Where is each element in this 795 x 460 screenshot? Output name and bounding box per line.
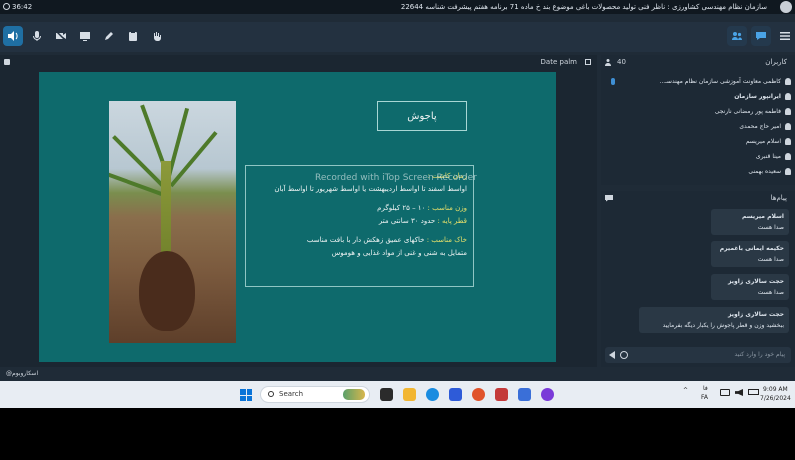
user-row[interactable]: مینا قنبری xyxy=(605,150,791,164)
user-icon xyxy=(785,123,791,130)
user-row[interactable]: کاظمی معاونت آموزشی سازمان نظام مهندسـ..… xyxy=(605,75,791,89)
windows-taskbar: Search ^ فا FA 9:09 AM 7/26/2024 xyxy=(0,381,795,408)
search-highlight-image xyxy=(343,389,365,400)
chat-input[interactable]: پیام خود را وارد کنید xyxy=(605,347,791,363)
chevron-up-icon[interactable]: ^ xyxy=(683,387,688,394)
users-icon[interactable] xyxy=(727,26,747,46)
recorder-app-icon[interactable] xyxy=(495,388,508,401)
screen-share-icon[interactable] xyxy=(75,26,95,46)
user-icon xyxy=(785,93,791,100)
chat-title: پیام‌ها xyxy=(770,194,787,202)
chat-header: پیام‌ها xyxy=(601,191,795,205)
windows-start-icon[interactable] xyxy=(240,389,252,401)
volume-icon[interactable] xyxy=(735,389,743,396)
chat-header-icon xyxy=(605,195,613,202)
user-row[interactable]: امیر حاج محمدی xyxy=(605,120,791,134)
meeting-app-icon[interactable] xyxy=(518,388,531,401)
avatar[interactable] xyxy=(780,1,792,13)
date-palm-photo xyxy=(109,101,236,343)
chat-icon[interactable] xyxy=(751,26,771,46)
chat-message: اسلام میریسم صدا هست xyxy=(711,209,789,235)
user-row[interactable]: سعیده بهمنی xyxy=(605,165,791,179)
chat-message: حجت سالاری زاویز صدا هست xyxy=(711,274,789,300)
diameter-line: قطر پایه : حدود ۳۰ سانتی متر xyxy=(378,217,467,225)
users-count-icon xyxy=(605,59,611,66)
user-icon xyxy=(785,153,791,160)
slide: پاجوش زمان کاشت : اواسط اسفند تا اواسط ا… xyxy=(39,72,556,362)
chat-panel: پیام‌ها اسلام میریسم صدا هست حکیمه ایمان… xyxy=(601,191,795,367)
status-text: @اسکاروبوم xyxy=(6,370,39,377)
menu-icon[interactable] xyxy=(775,26,795,46)
users-title: کاربران xyxy=(765,58,787,66)
soil-line: خاک مناسب : خاکهای عمیق زهکش دار با بافت… xyxy=(306,236,467,244)
search-icon xyxy=(268,391,274,397)
file-explorer-icon[interactable] xyxy=(403,388,416,401)
title-bar: 36:42 سازمان نظام مهندسی کشاورزی : ناظر … xyxy=(0,0,795,14)
store-icon[interactable] xyxy=(449,388,462,401)
user-icon xyxy=(785,108,791,115)
elapsed-time: 36:42 xyxy=(12,3,33,11)
mic-icon[interactable] xyxy=(27,26,47,46)
app-icon[interactable] xyxy=(541,388,554,401)
fullscreen-icon[interactable] xyxy=(585,59,591,65)
camera-off-icon[interactable] xyxy=(51,26,71,46)
language-indicator[interactable]: FA xyxy=(701,394,708,401)
wifi-icon[interactable] xyxy=(720,389,730,396)
user-icon xyxy=(785,78,791,85)
taskbar-search[interactable]: Search xyxy=(260,386,370,403)
firefox-icon[interactable] xyxy=(472,388,485,401)
emoji-icon[interactable] xyxy=(620,351,628,359)
presentation-header: Date palm xyxy=(0,55,597,69)
user-row[interactable]: فاطمه پور رمضانی نارنجی xyxy=(605,105,791,119)
clock-icon xyxy=(3,3,10,10)
edge-browser-icon[interactable] xyxy=(426,388,439,401)
raise-hand-icon[interactable] xyxy=(147,26,167,46)
users-panel: 40 کاربران کاظمی معاونت آموزشی سازمان نظ… xyxy=(601,55,795,185)
clipboard-icon[interactable] xyxy=(123,26,143,46)
window-title: سازمان نظام مهندسی کشاورزی : ناظر فنی تو… xyxy=(400,3,767,11)
recorder-watermark: Recorded with iTop Screen Recorder xyxy=(315,173,477,183)
user-row[interactable]: ایرانپور سازمان xyxy=(605,90,791,104)
send-icon[interactable] xyxy=(609,351,615,359)
toolbar xyxy=(0,22,795,52)
speaker-icon[interactable] xyxy=(3,26,23,46)
presentation-name: Date palm xyxy=(540,58,577,66)
user-icon xyxy=(785,168,791,175)
slide-title: پاجوش xyxy=(377,101,467,131)
pen-icon[interactable] xyxy=(99,26,119,46)
document-icon[interactable] xyxy=(4,59,10,65)
battery-icon[interactable] xyxy=(748,389,759,395)
app-window: 36:42 سازمان نظام مهندسی کشاورزی : ناظر … xyxy=(0,0,795,407)
mic-active-icon xyxy=(611,78,615,85)
chat-message: حجت سالاری زاویز ببخشید وزن و قطر پاجوش … xyxy=(639,307,789,333)
taskbar-clock[interactable]: 9:09 AM 7/26/2024 xyxy=(760,385,791,403)
language-indicator-top[interactable]: فا xyxy=(703,385,708,392)
weight-line: وزن مناسب : ۱۰ – ۲۵ کیلوگرم xyxy=(377,204,467,212)
task-view-icon[interactable] xyxy=(380,388,393,401)
presentation-panel: Date palm پاجوش زمان کاشت : اواسط اسفند … xyxy=(0,55,597,367)
users-count: 40 xyxy=(617,58,626,66)
slide-text-box: زمان کاشت : اواسط اسفند تا اواسط اردیبهش… xyxy=(245,165,474,287)
soil-line-2: متمایل به شنی و غنی از مواد غذایی و هومو… xyxy=(331,249,467,257)
user-icon xyxy=(785,138,791,145)
user-row[interactable]: اسلام میریسم xyxy=(605,135,791,149)
chat-message: حکیمه ایمانی باغمیرم صدا هست xyxy=(711,241,789,267)
users-header: 40 کاربران xyxy=(601,55,795,69)
planting-time-value: اواسط اسفند تا اواسط اردیبهشت یا اواسط ش… xyxy=(274,185,467,193)
status-bar: @اسکاروبوم xyxy=(0,368,597,380)
